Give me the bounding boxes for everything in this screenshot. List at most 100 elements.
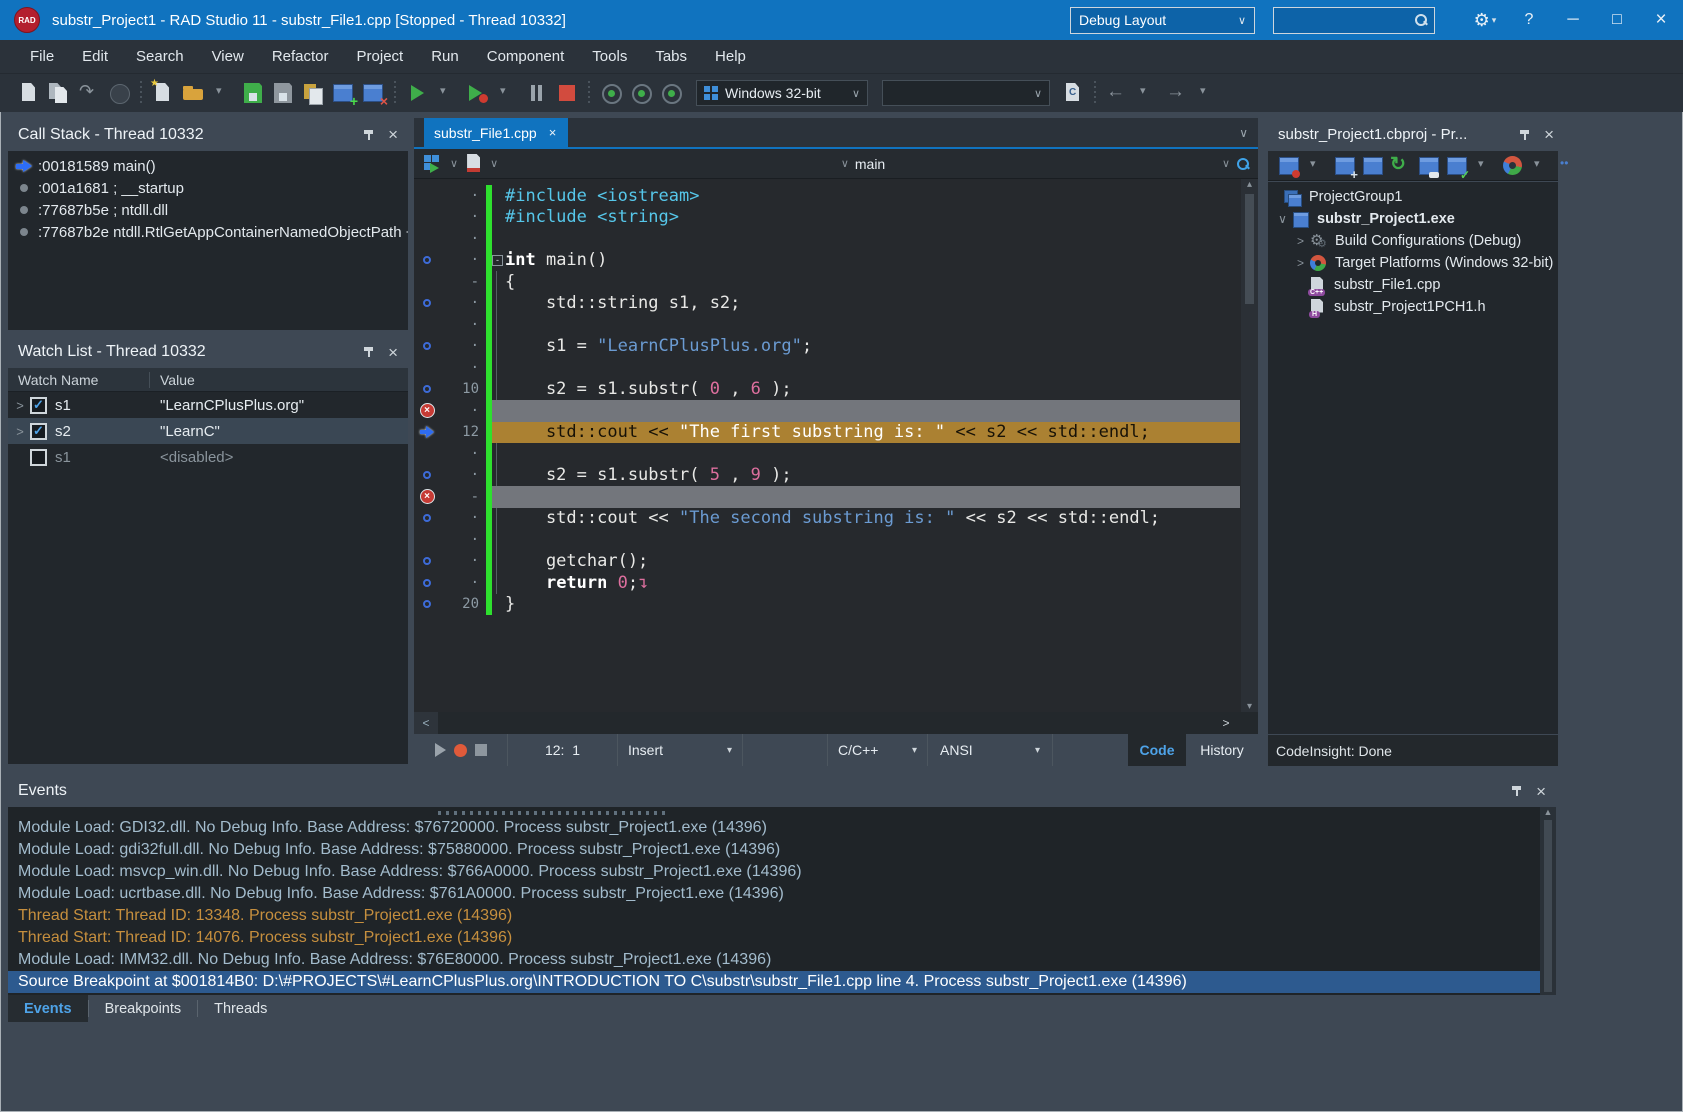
gutter-breakpoint-cell[interactable] [414, 342, 440, 350]
tree-item[interactable]: ProjectGroup1 [1268, 186, 1558, 208]
event-row[interactable]: Thread Start: Thread ID: 13348. Process … [8, 905, 1556, 927]
breakpoint-dot-icon[interactable] [423, 471, 431, 479]
add-to-project-icon[interactable] [330, 81, 356, 105]
add-existing-icon[interactable] [1360, 154, 1384, 178]
code-line[interactable]: 20} [414, 594, 1240, 616]
watch-row[interactable]: >✓s1"LearnCPlusPlus.org" [8, 392, 408, 418]
pin-icon[interactable] [1518, 128, 1532, 142]
undo-icon[interactable] [76, 81, 102, 105]
bottom-tab-events[interactable]: Events [8, 995, 88, 1022]
chevron-expanded-icon[interactable]: ∨ [1274, 212, 1291, 226]
event-row[interactable]: Thread Start: Thread ID: 14076. Process … [8, 927, 1556, 949]
close-panel-icon[interactable]: × [1534, 783, 1548, 800]
breakpoint-dot-icon[interactable] [423, 600, 431, 608]
code-line[interactable]: ·-int main() [414, 250, 1240, 272]
menu-item-file[interactable]: File [16, 48, 68, 65]
refresh-icon[interactable] [1388, 154, 1412, 178]
breakpoint-dot-icon[interactable] [423, 514, 431, 522]
event-row[interactable]: Module Load: GDI32.dll. No Debug Info. B… [8, 817, 1556, 839]
bottom-tab-breakpoints[interactable]: Breakpoints [89, 995, 198, 1022]
gutter-breakpoint-cell[interactable] [414, 557, 440, 565]
new-file-icon[interactable] [16, 81, 42, 105]
code-line[interactable]: · s1 = "LearnCPlusPlus.org"; [414, 336, 1240, 358]
scroll-down-icon[interactable]: ▾ [1247, 701, 1252, 712]
pin-icon[interactable] [362, 128, 376, 142]
gutter-breakpoint-cell[interactable] [414, 600, 440, 608]
gutter-breakpoint-cell[interactable] [414, 385, 440, 393]
trace-into-icon[interactable] [628, 81, 654, 105]
open-project-icon[interactable] [180, 81, 206, 105]
scope-selector[interactable]: ∨ main [504, 156, 1216, 172]
close-button[interactable]: × [1639, 0, 1683, 40]
bottom-tab-threads[interactable]: Threads [198, 995, 283, 1022]
breakpoint-dot-icon[interactable] [423, 557, 431, 565]
compile-unit-icon[interactable] [1060, 81, 1086, 105]
code-line[interactable]: -{ [414, 271, 1240, 293]
code-line[interactable]: 12 std::cout << "The first substring is:… [414, 422, 1240, 444]
code-fold-icon[interactable]: - [492, 255, 503, 266]
code-line[interactable]: · [414, 443, 1240, 465]
menu-item-help[interactable]: Help [701, 48, 760, 65]
tab-list-dropdown-icon[interactable]: ∨ [1239, 126, 1248, 140]
editor-tab-substr-file1[interactable]: substr_File1.cpp × [424, 118, 568, 147]
menu-item-component[interactable]: Component [473, 48, 579, 65]
events-scrollbar[interactable]: ▲ [1540, 807, 1556, 995]
menu-item-view[interactable]: View [198, 48, 258, 65]
chevron-down-icon[interactable]: ∨ [1222, 157, 1230, 170]
call-stack-frame[interactable]: :77687b2e ntdll.RtlGetAppContainerNamedO… [8, 221, 408, 243]
event-row[interactable]: Source Breakpoint at $001814B0: D:\#PROJ… [8, 971, 1556, 993]
call-stack-frame[interactable]: :77687b5e ; ntdll.dll [8, 199, 408, 221]
code-line[interactable]: 10 s2 = s1.substr( 0 , 6 ); [414, 379, 1240, 401]
event-row[interactable]: Module Load: ucrtbase.dll. No Debug Info… [8, 883, 1556, 905]
scrollbar-thumb[interactable] [1544, 820, 1552, 992]
tree-item[interactable]: substr_Project1PCH1.h [1268, 296, 1558, 318]
macro-play-icon[interactable] [435, 743, 446, 757]
remove-from-project-icon[interactable] [360, 81, 386, 105]
navigate-forward-dropdown-icon[interactable] [1194, 81, 1220, 105]
gutter-breakpoint-cell[interactable]: × [414, 489, 440, 504]
search-icon[interactable] [1236, 157, 1250, 171]
run-icon[interactable] [404, 81, 430, 105]
open-file-icon[interactable] [46, 81, 72, 105]
invalid-breakpoint-icon[interactable]: × [420, 403, 435, 418]
ide-search-input[interactable] [1273, 7, 1435, 34]
scroll-right-icon[interactable]: > [1214, 712, 1238, 734]
build-icon[interactable] [1444, 154, 1468, 178]
module-view-icon[interactable] [422, 154, 444, 174]
watch-checkbox[interactable]: ✓ [30, 397, 47, 414]
code-line[interactable]: ·#include <iostream> [414, 185, 1240, 207]
menu-item-search[interactable]: Search [122, 48, 198, 65]
invalid-breakpoint-icon[interactable]: × [420, 489, 435, 504]
target-platform-select[interactable]: Windows 32-bit ∨ [696, 80, 868, 106]
gutter-breakpoint-cell[interactable] [414, 426, 440, 438]
breakpoint-dot-icon[interactable] [423, 299, 431, 307]
menu-item-tabs[interactable]: Tabs [641, 48, 701, 65]
settings-button[interactable]: ⚙▾ [1463, 0, 1507, 40]
chevron-down-icon[interactable]: ∨ [450, 157, 458, 170]
watch-row[interactable]: >✓s2"LearnC" [8, 418, 408, 444]
editor-horizontal-scrollbar[interactable]: < > [414, 712, 1258, 734]
tree-item[interactable]: >Build Configurations (Debug) [1268, 230, 1558, 252]
expand-chevron-icon[interactable]: > [12, 398, 28, 413]
breakpoint-dot-icon[interactable] [423, 256, 431, 264]
targets-icon[interactable] [1500, 154, 1524, 178]
code-line[interactable]: ×· [414, 400, 1240, 422]
navigate-back-icon[interactable] [1104, 81, 1130, 105]
scroll-up-icon[interactable]: ▲ [1544, 807, 1553, 817]
run-dropdown-icon[interactable] [434, 81, 460, 105]
expand-chevron-icon[interactable]: > [12, 424, 28, 439]
code-line[interactable]: · [414, 357, 1240, 379]
program-reset-icon[interactable] [554, 81, 580, 105]
watch-value-column-header[interactable]: Value [150, 372, 195, 388]
pin-icon[interactable] [1510, 784, 1524, 798]
macro-stop-icon[interactable] [475, 744, 487, 756]
more-icon[interactable] [1556, 154, 1580, 178]
chevron-collapsed-icon[interactable]: > [1292, 234, 1309, 248]
gutter-breakpoint-cell[interactable]: × [414, 403, 440, 418]
menu-item-project[interactable]: Project [343, 48, 418, 65]
remove-file-dropdown-icon[interactable] [1304, 154, 1328, 178]
navigate-back-dropdown-icon[interactable] [1134, 81, 1160, 105]
pause-icon[interactable] [524, 81, 550, 105]
call-stack-frame[interactable]: :00181589 main() [8, 155, 408, 177]
encoding-select[interactable]: ANSI ▾ [928, 734, 1053, 766]
